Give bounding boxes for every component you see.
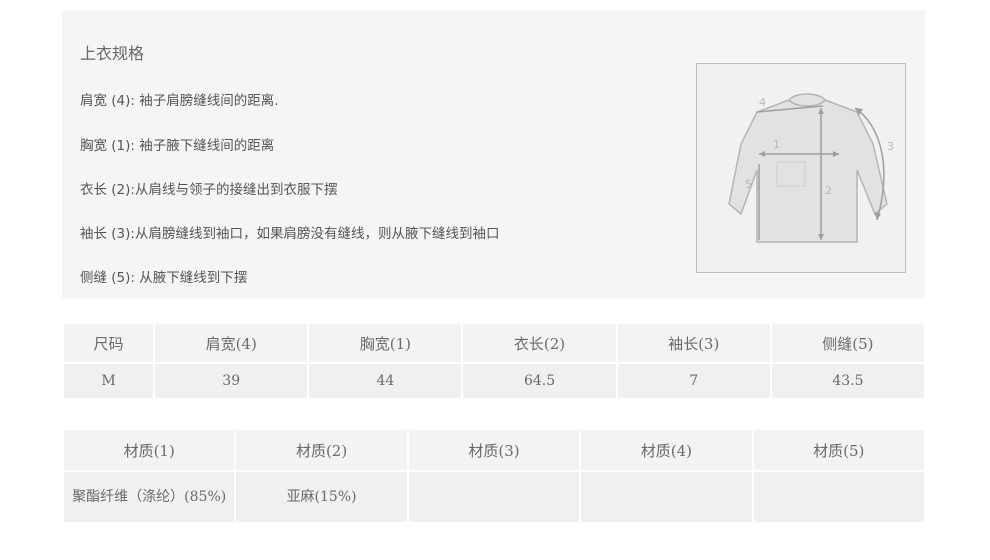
spec-title: 上衣规格: [80, 44, 145, 63]
size-cell: M: [64, 364, 154, 398]
size-header-cell: 胸宽(1): [309, 324, 462, 362]
spec-line-side-seam: 侧缝 (5): 从腋下缝线到下摆: [80, 270, 248, 286]
shirt-diagram-graphic: 1 2 3 4 5: [728, 93, 894, 243]
size-cell: 43.5: [771, 364, 924, 398]
diagram-label-5: 5: [745, 178, 752, 191]
garment-measurement-diagram: 1 2 3 4 5: [696, 63, 906, 273]
material-table: 材质(1) 材质(2) 材质(3) 材质(4) 材质(5) 聚酯纤维（涤纶）(8…: [62, 428, 926, 524]
diagram-label-4: 4: [759, 96, 766, 109]
diagram-label-3: 3: [887, 140, 894, 153]
diagram-label-1: 1: [773, 138, 780, 151]
size-cell: 64.5: [463, 364, 616, 398]
material-table-header-row: 材质(1) 材质(2) 材质(3) 材质(4) 材质(5): [64, 430, 924, 470]
material-cell: 聚酯纤维（涤纶）(85%): [64, 472, 235, 522]
garment-spec-panel: 上衣规格 肩宽 (4): 袖子肩膀缝线间的距离. 胸宽 (1): 袖子腋下缝线间…: [62, 10, 925, 298]
material-header-cell: 材质(3): [408, 430, 580, 470]
size-header-cell: 侧缝(5): [771, 324, 924, 362]
size-header-cell: 衣长(2): [463, 324, 616, 362]
size-table-header-row: 尺码 肩宽(4) 胸宽(1) 衣长(2) 袖长(3) 侧缝(5): [64, 324, 924, 362]
spec-line-chest-width: 胸宽 (1): 袖子腋下缝线间的距离: [80, 138, 275, 154]
shirt-outline: [728, 93, 888, 243]
size-cell: 44: [309, 364, 462, 398]
material-cell: [408, 472, 580, 522]
size-header-cell: 袖长(3): [617, 324, 770, 362]
size-header-cell: 尺码: [64, 324, 154, 362]
size-cell: 39: [155, 364, 308, 398]
material-header-cell: 材质(1): [64, 430, 235, 470]
spec-line-body-length: 衣长 (2):从肩线与领子的接缝出到衣服下摆: [80, 182, 338, 198]
diagram-label-2: 2: [825, 184, 832, 197]
material-cell: [753, 472, 924, 522]
size-header-cell: 肩宽(4): [155, 324, 308, 362]
sleeve-arrow-bottom-icon: [874, 212, 881, 220]
size-table-row: M 39 44 64.5 7 43.5: [64, 364, 924, 398]
material-header-cell: 材质(2): [236, 430, 407, 470]
size-table: 尺码 肩宽(4) 胸宽(1) 衣长(2) 袖长(3) 侧缝(5) M 39 44…: [62, 322, 926, 400]
material-header-cell: 材质(5): [753, 430, 924, 470]
spec-line-shoulder-width: 肩宽 (4): 袖子肩膀缝线间的距离.: [80, 93, 279, 109]
material-cell: 亚麻(15%): [236, 472, 407, 522]
material-cell: [581, 472, 752, 522]
spec-line-sleeve-length: 袖长 (3):从肩膀缝线到袖口，如果肩膀没有缝线，则从腋下缝线到袖口: [80, 226, 500, 242]
material-header-cell: 材质(4): [581, 430, 752, 470]
size-cell: 7: [617, 364, 770, 398]
material-table-row: 聚酯纤维（涤纶）(85%) 亚麻(15%): [64, 472, 924, 522]
